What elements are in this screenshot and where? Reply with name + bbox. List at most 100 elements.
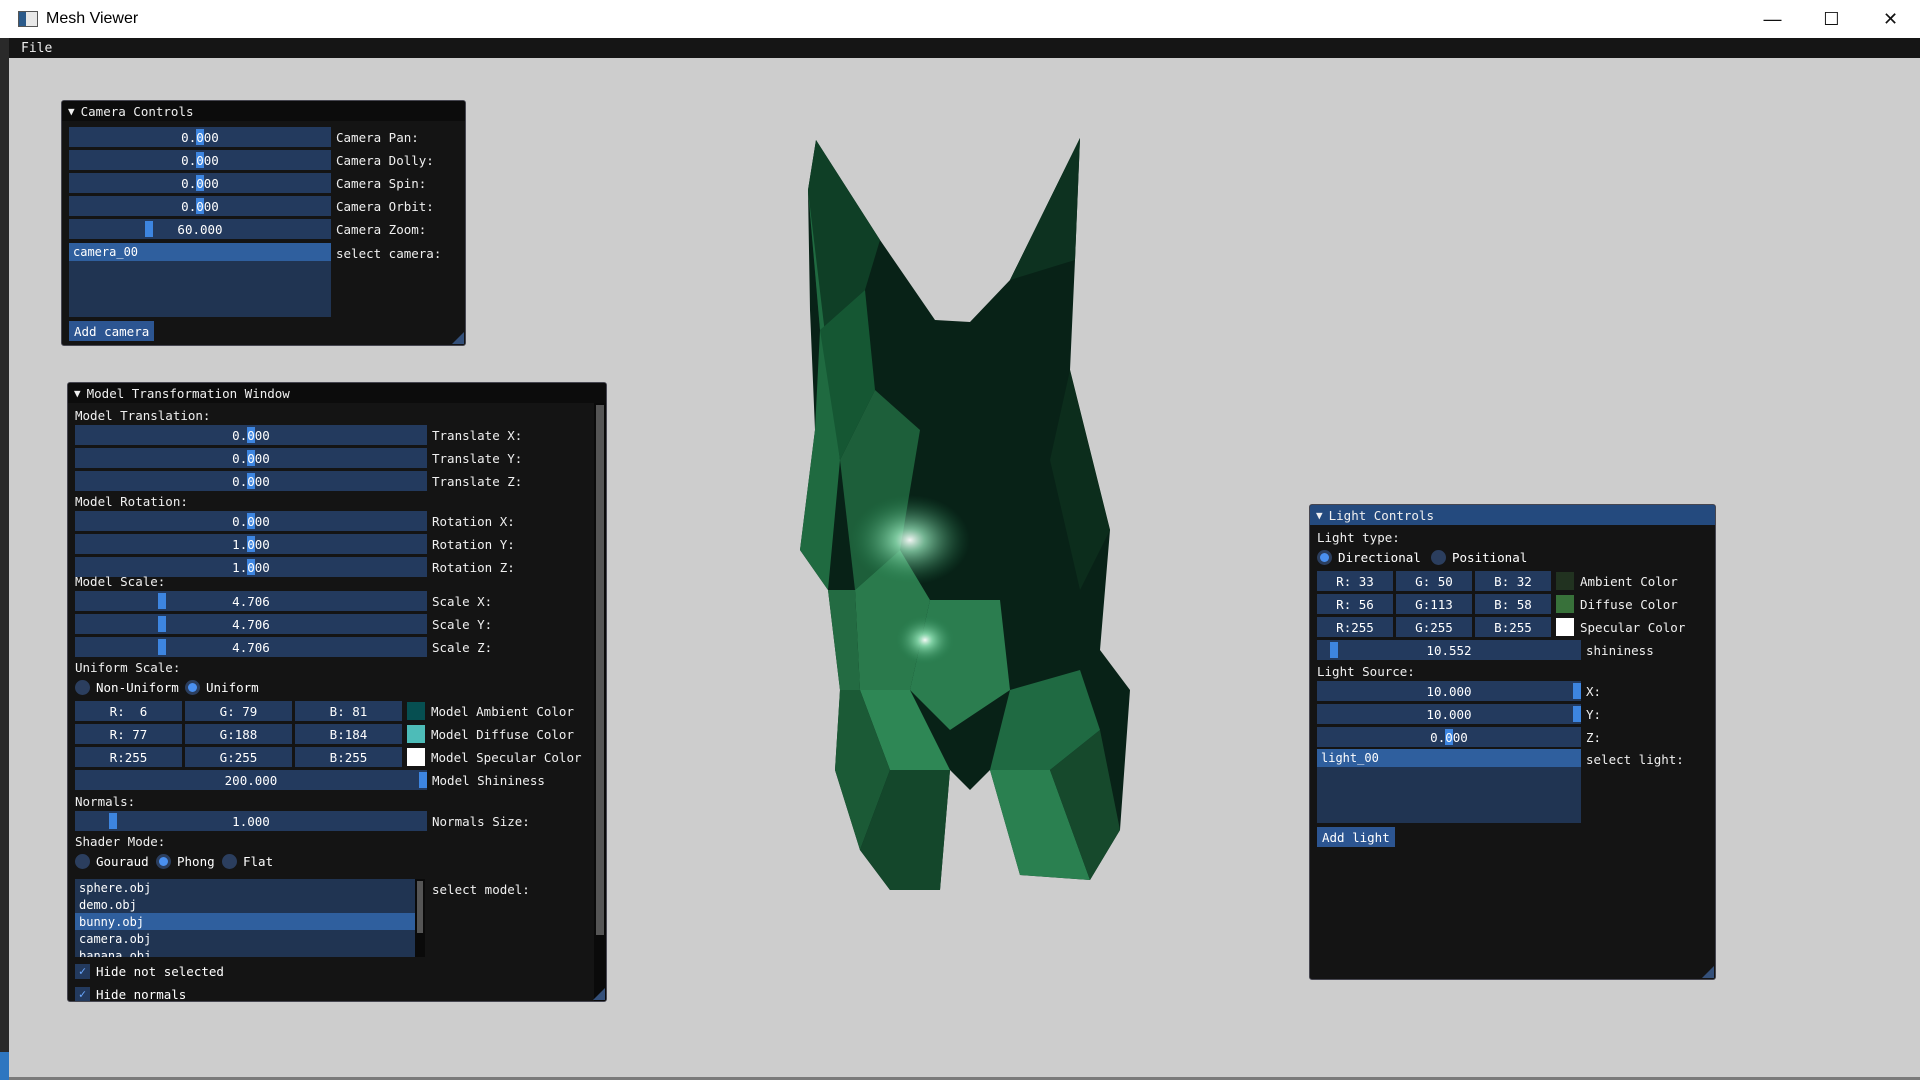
- translate-slider-1[interactable]: 0.000: [75, 425, 427, 445]
- radio-gouraud[interactable]: Gouraud: [75, 851, 149, 871]
- camera-listbox[interactable]: camera_00: [69, 243, 331, 317]
- radio-uniform[interactable]: Uniform: [185, 677, 259, 697]
- model-resize-grip[interactable]: [593, 988, 605, 1000]
- scale-slider-2[interactable]: 4.706: [75, 614, 427, 634]
- collapse-triangle-icon[interactable]: ▼: [1316, 509, 1323, 522]
- rotation-slider-2[interactable]: 1.000: [75, 534, 427, 554]
- light-color-2-swatch[interactable]: [1556, 595, 1574, 613]
- radio-phong[interactable]: Phong: [156, 851, 215, 871]
- radio-directional[interactable]: Directional: [1317, 547, 1421, 567]
- scale-slider-1[interactable]: 4.706: [75, 591, 427, 611]
- collapse-triangle-icon[interactable]: ▼: [74, 387, 81, 400]
- scale-slider-3[interactable]: 4.706: [75, 637, 427, 657]
- checkbox-2[interactable]: ✓ Hide normals: [75, 984, 186, 1001]
- mesh-viewport[interactable]: [780, 130, 1180, 950]
- model-shininess-slider-grab[interactable]: [419, 772, 427, 788]
- light-source-slider-2-grab[interactable]: [1573, 706, 1581, 722]
- light-source-slider-2[interactable]: 10.000: [1317, 704, 1581, 724]
- radio-flat-label: Flat: [243, 853, 274, 869]
- add-light-button[interactable]: Add light: [1317, 827, 1395, 847]
- model-color-2-r[interactable]: R: 77: [75, 724, 182, 744]
- light-color-1-b[interactable]: B: 32: [1475, 571, 1551, 591]
- light-color-1-g[interactable]: G: 50: [1396, 571, 1472, 591]
- close-button[interactable]: ✕: [1861, 0, 1920, 38]
- radio-gouraud-dot-icon: [75, 853, 90, 869]
- light-color-2-r[interactable]: R: 56: [1317, 594, 1393, 614]
- light-shininess-slider-grab[interactable]: [1329, 642, 1338, 658]
- close-icon: ✕: [1882, 8, 1899, 29]
- light-source-slider-1[interactable]: 10.000: [1317, 681, 1581, 701]
- light-controls-titlebar[interactable]: ▼ Light Controls: [1310, 505, 1715, 525]
- model-window-scrollbar[interactable]: [594, 403, 606, 1001]
- maximize-button[interactable]: ☐: [1802, 0, 1861, 38]
- translation-header: Model Translation:: [75, 407, 211, 423]
- normals-size-slider-grab[interactable]: [109, 813, 118, 829]
- light-color-3-b[interactable]: B:255: [1475, 617, 1551, 637]
- camera-slider-5-grab[interactable]: [145, 221, 154, 237]
- light-resize-grip[interactable]: [1702, 966, 1714, 978]
- normals-size-label: Normals Size:: [432, 813, 530, 829]
- light-color-1-swatch[interactable]: [1556, 572, 1574, 590]
- light-source-slider-1-grab[interactable]: [1573, 683, 1581, 699]
- menu-file[interactable]: File: [9, 41, 64, 56]
- radio-positional[interactable]: Positional: [1431, 547, 1527, 567]
- maximize-icon: ☐: [1823, 8, 1840, 29]
- light-color-1-r[interactable]: R: 33: [1317, 571, 1393, 591]
- checkbox-label: Hide not selected: [96, 963, 224, 979]
- model-list-item[interactable]: banana.obj: [75, 947, 419, 958]
- scale-slider-2-grab[interactable]: [157, 616, 166, 632]
- camera-resize-grip[interactable]: [452, 332, 464, 344]
- light-color-2-b[interactable]: B: 58: [1475, 594, 1551, 614]
- light-list-item[interactable]: light_00: [1317, 749, 1581, 767]
- model-list-item[interactable]: bunny.obj: [75, 913, 419, 930]
- model-listbox[interactable]: sphere.obj demo.obj bunny.obj camera.obj ban…: [75, 879, 419, 957]
- camera-controls-titlebar[interactable]: ▼ Camera Controls: [62, 101, 465, 121]
- camera-slider-5[interactable]: 60.000: [69, 219, 331, 239]
- model-list-item[interactable]: demo.obj: [75, 896, 419, 913]
- light-color-3-g[interactable]: G:255: [1396, 617, 1472, 637]
- camera-slider-1[interactable]: 0.000: [69, 127, 331, 147]
- light-color-2-g[interactable]: G:113: [1396, 594, 1472, 614]
- camera-slider-2[interactable]: 0.000: [69, 150, 331, 170]
- camera-slider-3[interactable]: 0.000: [69, 173, 331, 193]
- light-listbox[interactable]: light_00: [1317, 749, 1581, 823]
- add-camera-button[interactable]: Add camera: [69, 321, 155, 341]
- model-color-2-g[interactable]: G:188: [185, 724, 292, 744]
- model-color-1-b[interactable]: B: 81: [295, 701, 402, 721]
- model-color-1-r[interactable]: R: 6: [75, 701, 182, 721]
- model-color-3-b[interactable]: B:255: [295, 747, 402, 767]
- camera-slider-4[interactable]: 0.000: [69, 196, 331, 216]
- translate-slider-3[interactable]: 0.000: [75, 471, 427, 491]
- model-window-scrollthumb[interactable]: [596, 405, 604, 935]
- model-color-3-r[interactable]: R:255: [75, 747, 182, 767]
- checkbox-1[interactable]: ✓ Hide not selected: [75, 961, 224, 981]
- model-list-scrollthumb[interactable]: [417, 881, 423, 933]
- rotation-slider-1[interactable]: 0.000: [75, 511, 427, 531]
- translate-slider-2[interactable]: 0.000: [75, 448, 427, 468]
- model-list-scrollbar[interactable]: [415, 879, 425, 957]
- collapse-triangle-icon[interactable]: ▼: [68, 105, 75, 118]
- scale-slider-1-grab[interactable]: [157, 593, 166, 609]
- checkbox-check-icon: ✓: [75, 963, 90, 979]
- camera-list-item[interactable]: camera_00: [69, 243, 331, 261]
- model-color-3-g[interactable]: G:255: [185, 747, 292, 767]
- radio-flat[interactable]: Flat: [222, 851, 273, 871]
- model-list-item[interactable]: sphere.obj: [75, 879, 419, 896]
- model-color-1-swatch[interactable]: [407, 702, 425, 720]
- model-color-2-b[interactable]: B:184: [295, 724, 402, 744]
- minimize-button[interactable]: —: [1743, 0, 1802, 38]
- light-shininess-slider[interactable]: 10.552: [1317, 640, 1581, 660]
- model-shininess-slider[interactable]: 200.000: [75, 770, 427, 790]
- scale-slider-3-grab[interactable]: [157, 639, 166, 655]
- model-color-3-swatch[interactable]: [407, 748, 425, 766]
- model-color-1-g[interactable]: G: 79: [185, 701, 292, 721]
- model-color-2-swatch[interactable]: [407, 725, 425, 743]
- model-window-titlebar[interactable]: ▼ Model Transformation Window: [68, 383, 606, 403]
- light-color-3-r[interactable]: R:255: [1317, 617, 1393, 637]
- radio-non-uniform[interactable]: Non-Uniform: [75, 677, 179, 697]
- light-source-slider-3[interactable]: 0.000: [1317, 727, 1581, 747]
- light-color-3-swatch[interactable]: [1556, 618, 1574, 636]
- normals-size-slider[interactable]: 1.000: [75, 811, 427, 831]
- light-controls-window: ▼ Light Controls Light type: Directional Po…: [1309, 504, 1716, 980]
- model-list-item[interactable]: camera.obj: [75, 930, 419, 947]
